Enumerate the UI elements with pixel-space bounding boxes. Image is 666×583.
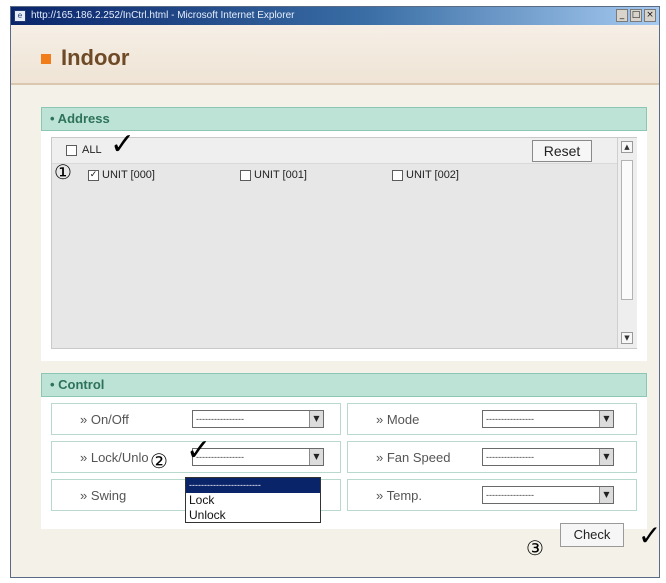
mode-select[interactable]: ---------------- ▼ — [482, 410, 614, 428]
swing-label: » Swing — [80, 488, 127, 503]
mode-cell: » Mode ---------------- ▼ — [347, 403, 637, 435]
dropdown-option-blank[interactable]: ------------------------ — [186, 478, 320, 493]
temp-cell: » Temp. ---------------- ▼ — [347, 479, 637, 511]
unit-001-label: UNIT [001] — [254, 169, 307, 181]
reset-button[interactable]: Reset — [532, 140, 592, 162]
fan-speed-label: » Fan Speed — [376, 450, 451, 465]
onoff-cell: » On/Off ---------------- ▼ — [51, 403, 341, 435]
onoff-select[interactable]: ---------------- ▼ — [192, 410, 324, 428]
title-bullet-icon — [41, 54, 51, 64]
dropdown-option-lock[interactable]: Lock — [186, 493, 320, 508]
checkmark-icon: ✓ — [110, 127, 136, 162]
step-1-marker: ① — [54, 160, 72, 184]
dropdown-arrow-icon: ▼ — [599, 487, 613, 503]
fan-speed-select[interactable]: ---------------- ▼ — [482, 448, 614, 466]
window-title: http://165.186.2.252/InCtrl.html - Micro… — [31, 10, 295, 21]
dropdown-option-unlock[interactable]: Unlock — [186, 508, 320, 523]
checkmark-icon: ✓ — [638, 519, 662, 552]
page-title: Indoor — [61, 45, 130, 70]
control-heading: • Control — [41, 373, 647, 397]
lock-select[interactable]: ---------------- ▼ — [192, 448, 324, 466]
step-2-marker: ② — [150, 449, 168, 473]
window-titlebar[interactable]: e http://165.186.2.252/InCtrl.html - Mic… — [11, 7, 659, 25]
fan-speed-cell: » Fan Speed ---------------- ▼ — [347, 441, 637, 473]
maximize-button[interactable]: □ — [630, 9, 642, 22]
address-list: ALL Reset ✓ UNIT [000] UNIT [001] UNIT [… — [51, 137, 637, 349]
onoff-label: » On/Off — [80, 412, 129, 427]
dropdown-arrow-icon: ▼ — [599, 411, 613, 427]
control-row: » On/Off ---------------- ▼ » Mode ------… — [51, 403, 637, 435]
control-row: » Lock/Unlo ---------------- ▼ » Fan Spee… — [51, 441, 637, 473]
dropdown-arrow-icon: ▼ — [309, 449, 323, 465]
unit-001-checkbox[interactable] — [240, 170, 251, 181]
scroll-thumb[interactable] — [621, 160, 633, 300]
minimize-button[interactable]: _ — [616, 9, 628, 22]
dropdown-arrow-icon: ▼ — [599, 449, 613, 465]
check-button[interactable]: Check — [560, 523, 624, 547]
temp-label: » Temp. — [376, 488, 423, 503]
address-scrollbar[interactable]: ▲ ▼ — [617, 138, 637, 348]
step-3-marker: ③ — [526, 536, 544, 560]
unit-000-label: UNIT [000] — [102, 169, 155, 181]
close-button[interactable]: × — [644, 9, 656, 22]
control-row: » Swing » Temp. ---------------- ▼ — [51, 479, 637, 511]
ie-icon: e — [14, 10, 26, 22]
unit-002-label: UNIT [002] — [406, 169, 459, 181]
page-content: Indoor • Address ALL Reset ✓ UNIT [000] … — [11, 25, 659, 577]
unit-000-checkbox[interactable]: ✓ — [88, 170, 99, 181]
control-grid: » On/Off ---------------- ▼ » Mode ------… — [51, 403, 637, 513]
dropdown-arrow-icon: ▼ — [309, 411, 323, 427]
control-panel: • Control » On/Off ---------------- ▼ » M… — [41, 373, 647, 529]
lock-label: » Lock/Unlo — [80, 450, 149, 465]
lock-dropdown-list[interactable]: ------------------------ Lock Unlock — [185, 477, 321, 523]
scroll-down-icon[interactable]: ▼ — [621, 332, 633, 344]
scroll-up-icon[interactable]: ▲ — [621, 141, 633, 153]
browser-window: e http://165.186.2.252/InCtrl.html - Mic… — [10, 6, 660, 578]
mode-label: » Mode — [376, 412, 420, 427]
temp-select[interactable]: ---------------- ▼ — [482, 486, 614, 504]
page-header: Indoor — [11, 25, 659, 85]
all-checkbox[interactable] — [66, 145, 77, 156]
checkmark-icon: ✓ — [186, 433, 212, 468]
all-label: ALL — [82, 144, 102, 156]
unit-002-checkbox[interactable] — [392, 170, 403, 181]
